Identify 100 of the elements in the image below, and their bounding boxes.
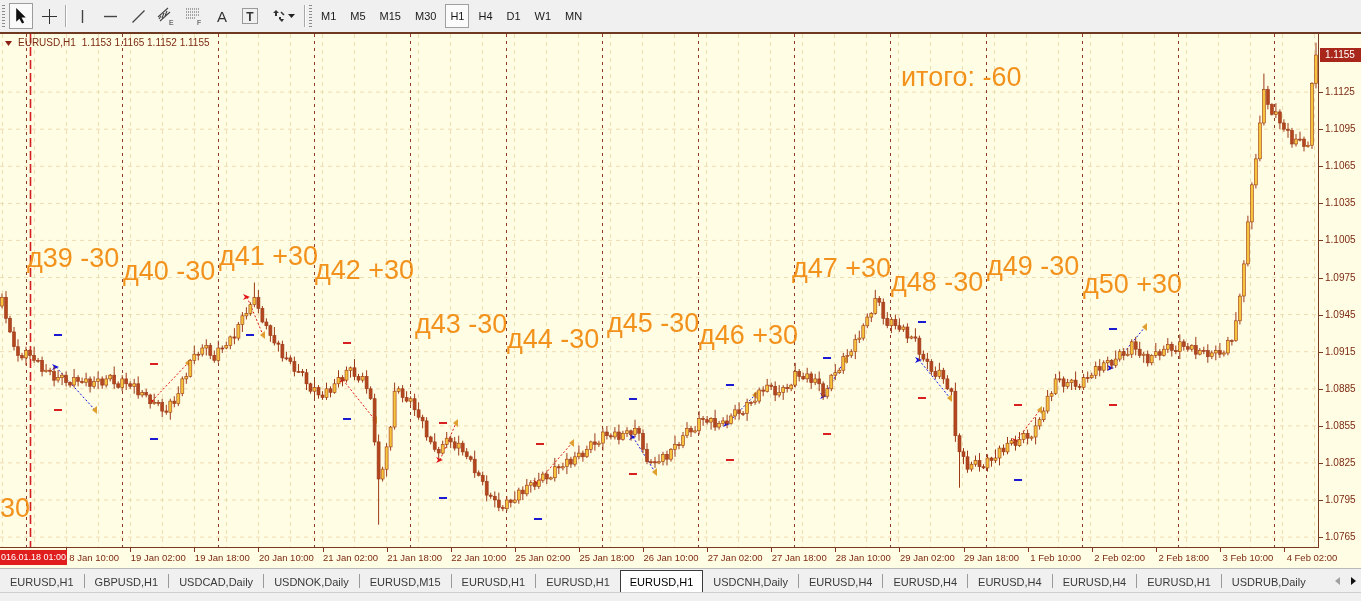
chart-annotation: д50 +30 <box>1083 271 1183 298</box>
chart-tab[interactable]: EURUSD,H1 <box>619 570 704 592</box>
trade-marker <box>1107 323 1147 371</box>
candlestick <box>84 372 88 387</box>
candlestick <box>881 298 886 325</box>
level-dash-icon <box>246 334 254 336</box>
chart-symbol: EURUSD,H1 <box>18 37 76 49</box>
candlestick <box>497 492 501 512</box>
level-dash-icon <box>439 422 447 424</box>
candlestick <box>72 368 76 388</box>
level-dash-icon <box>629 473 637 475</box>
candlestick <box>593 432 597 452</box>
candlestick <box>96 371 100 390</box>
time-axis-label: 29 Jan 18:00 <box>964 552 1019 564</box>
price-axis-label: 1.1065 <box>1325 160 1356 173</box>
timeframe-button[interactable]: H4 <box>473 4 498 28</box>
timeframe-button[interactable]: W1 <box>529 4 557 28</box>
candlestick <box>737 401 741 421</box>
time-axis-label: 20 Jan 10:00 <box>258 552 314 564</box>
candlestick <box>581 450 585 463</box>
timeframe-button[interactable]: M1 <box>316 4 342 28</box>
toolbar-grip[interactable] <box>309 5 312 27</box>
chart-tab[interactable]: USDRUB,Daily <box>1221 570 1316 592</box>
vertical-line-icon <box>80 9 84 23</box>
chart-tab[interactable]: GBPUSD,H1 <box>84 570 169 592</box>
crosshair-icon <box>41 8 57 24</box>
timeframe-button[interactable]: M15 <box>374 4 406 28</box>
text-label-tool-button[interactable]: T <box>238 3 262 29</box>
caret-down-icon[interactable] <box>5 40 12 46</box>
level-dash-icon <box>823 433 831 435</box>
level-dash-icon <box>726 384 734 386</box>
price-axis-label: 1.0975 <box>1325 271 1356 284</box>
chart-tab[interactable]: USDCNH,Daily <box>703 570 798 592</box>
text-tool-button[interactable]: A <box>210 3 234 29</box>
chart-tab[interactable]: EURUSD,H1 <box>451 570 536 592</box>
candlestick <box>1294 133 1298 147</box>
horizontal-line-icon <box>103 14 117 18</box>
time-axis-label: 25 Jan 02:00 <box>515 552 571 564</box>
price-axis-label: 1.0945 <box>1325 308 1356 321</box>
candlestick <box>76 374 80 387</box>
level-dash-icon <box>150 363 158 365</box>
arrows-icon <box>271 9 286 23</box>
timeframe-button[interactable]: M30 <box>409 4 442 28</box>
pointer-tool-button[interactable] <box>9 3 33 29</box>
timeframe-button[interactable]: H1 <box>445 4 470 28</box>
candlestick <box>80 377 84 385</box>
candlestick <box>733 404 737 421</box>
timeframe-button[interactable]: M5 <box>345 4 371 28</box>
timeframe-button[interactable]: MN <box>560 4 588 28</box>
candlestick <box>40 356 44 377</box>
price-axis-label: 1.0765 <box>1325 531 1356 544</box>
candlestick <box>721 416 725 427</box>
cursor-arrow-icon <box>15 8 27 24</box>
chart-tab[interactable]: EURUSD,H4 <box>883 570 968 592</box>
chart-tab[interactable]: EURUSD,H1 <box>0 570 84 592</box>
chart-tab[interactable]: EURUSD,H4 <box>968 570 1052 592</box>
chart-tab[interactable]: EURUSD,H4 <box>1052 570 1137 592</box>
chart-tab[interactable]: EURUSD,H1 <box>1137 570 1221 592</box>
chart-annotation: д40 -30 <box>123 258 216 285</box>
candlestick <box>136 375 140 400</box>
level-dash-icon <box>1109 404 1117 406</box>
triangle-right-icon <box>1350 577 1356 585</box>
time-axis-label: 8 Jan 10:00 <box>69 552 119 564</box>
time-axis-label: 21 Jan 02:00 <box>323 552 378 564</box>
level-dash-icon <box>1014 479 1022 481</box>
candlestick <box>605 425 609 440</box>
time-axis-label: 25 Jan 18:00 <box>579 552 635 564</box>
timeframe-button[interactable]: D1 <box>501 4 526 28</box>
toolbar-grip[interactable] <box>2 5 5 27</box>
candlestick <box>60 372 64 386</box>
level-dash-icon <box>534 518 542 520</box>
candlestick <box>701 415 705 427</box>
time-axis-label: 21 Jan 18:00 <box>387 552 443 564</box>
chart-annotation: д41 +30 <box>219 243 319 270</box>
candlestick <box>44 363 48 374</box>
candlestick <box>1206 343 1210 364</box>
candlestick <box>1218 342 1222 359</box>
time-axis-label: 1 Feb 10:00 <box>1030 552 1081 564</box>
ohlc-values: 1.1153 1.1165 1.1152 1.1155 <box>81 37 210 49</box>
candlestick <box>565 452 569 475</box>
candlestick <box>160 398 164 418</box>
level-dash-icon <box>54 334 62 336</box>
chart-tab[interactable]: USDCAD,Daily <box>169 570 264 592</box>
price-axis-label: 1.0915 <box>1325 345 1356 358</box>
trade-marker <box>52 364 97 414</box>
time-axis-label: 2 Feb 18:00 <box>1158 552 1210 564</box>
chart-tab[interactable]: EURUSD,H4 <box>798 570 883 592</box>
chart-tab[interactable]: EURUSD,M15 <box>359 570 451 592</box>
time-axis-label: 19 Jan 02:00 <box>130 552 186 564</box>
level-dash-icon <box>1109 328 1117 330</box>
total-annotation: итого: -60 <box>901 64 1022 91</box>
chart-annotation: д45 -30 <box>607 310 700 337</box>
current-price-label: 1.1155 <box>1320 48 1361 62</box>
trade-marker <box>436 419 458 463</box>
chart-tab[interactable]: USDNOK,Daily <box>264 570 359 592</box>
level-dash-icon <box>150 438 158 440</box>
price-axis-label: 1.1005 <box>1325 234 1356 247</box>
price-axis-label: 1.0855 <box>1325 419 1356 432</box>
chart-tab[interactable]: EURUSD,H1 <box>536 570 620 592</box>
candlestick <box>745 398 749 422</box>
